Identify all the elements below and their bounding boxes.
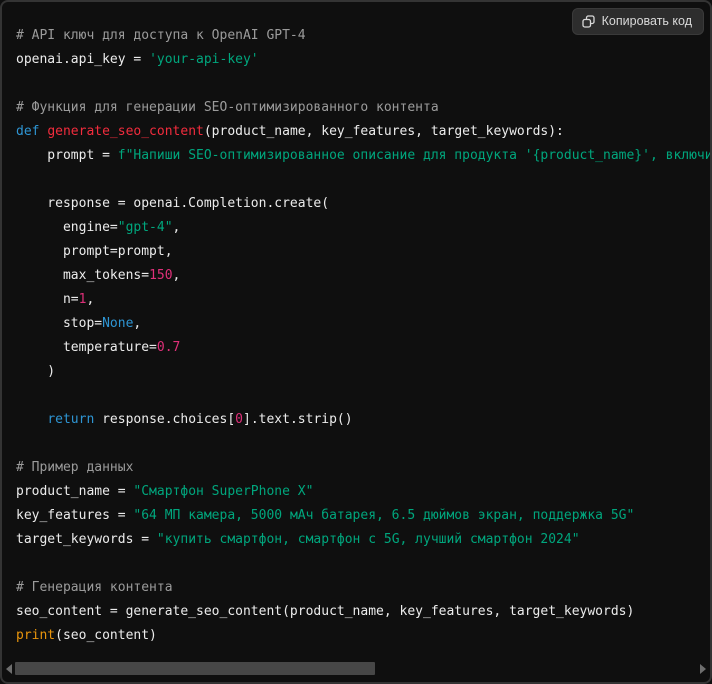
code-line: engine="gpt-4", (16, 216, 710, 240)
code-line: stop=None, (16, 312, 710, 336)
code-line: prompt=prompt, (16, 240, 710, 264)
copy-icon (582, 15, 595, 28)
code-line: # Пример данных (16, 456, 710, 480)
code-line: n=1, (16, 288, 710, 312)
scrollbar-thumb[interactable] (15, 662, 375, 675)
code-line: return response.choices[0].text.strip() (16, 408, 710, 432)
code-line: key_features = "64 МП камера, 5000 мАч б… (16, 504, 710, 528)
copy-button-label: Копировать код (602, 14, 692, 28)
code-line: product_name = "Смартфон SuperPhone X" (16, 480, 710, 504)
code-line: target_keywords = "купить смартфон, смар… (16, 528, 710, 552)
code-line: temperature=0.7 (16, 336, 710, 360)
code-line: def generate_seo_content(product_name, k… (16, 120, 710, 144)
code-content: # API ключ для доступа к OpenAI GPT-4ope… (2, 2, 710, 660)
code-line: openai.api_key = 'your-api-key' (16, 48, 710, 72)
copy-code-button[interactable]: Копировать код (572, 8, 704, 35)
horizontal-scrollbar[interactable] (2, 662, 710, 676)
scrollbar-right-arrow-icon[interactable] (700, 664, 706, 674)
code-line: seo_content = generate_seo_content(produ… (16, 600, 710, 624)
code-line: print(seo_content) (16, 624, 710, 648)
code-line: response = openai.Completion.create( (16, 192, 710, 216)
code-line (16, 384, 710, 408)
code-line (16, 432, 710, 456)
code-line: prompt = f"Напиши SEO-оптимизированное о… (16, 144, 710, 168)
code-line: # Функция для генерации SEO-оптимизирова… (16, 96, 710, 120)
code-line: # Генерация контента (16, 576, 710, 600)
code-block-window: Копировать код # API ключ для доступа к … (0, 0, 712, 684)
code-line (16, 72, 710, 96)
scrollbar-left-arrow-icon[interactable] (6, 664, 12, 674)
code-line (16, 552, 710, 576)
code-line: ) (16, 360, 710, 384)
code-line: max_tokens=150, (16, 264, 710, 288)
code-line (16, 168, 710, 192)
